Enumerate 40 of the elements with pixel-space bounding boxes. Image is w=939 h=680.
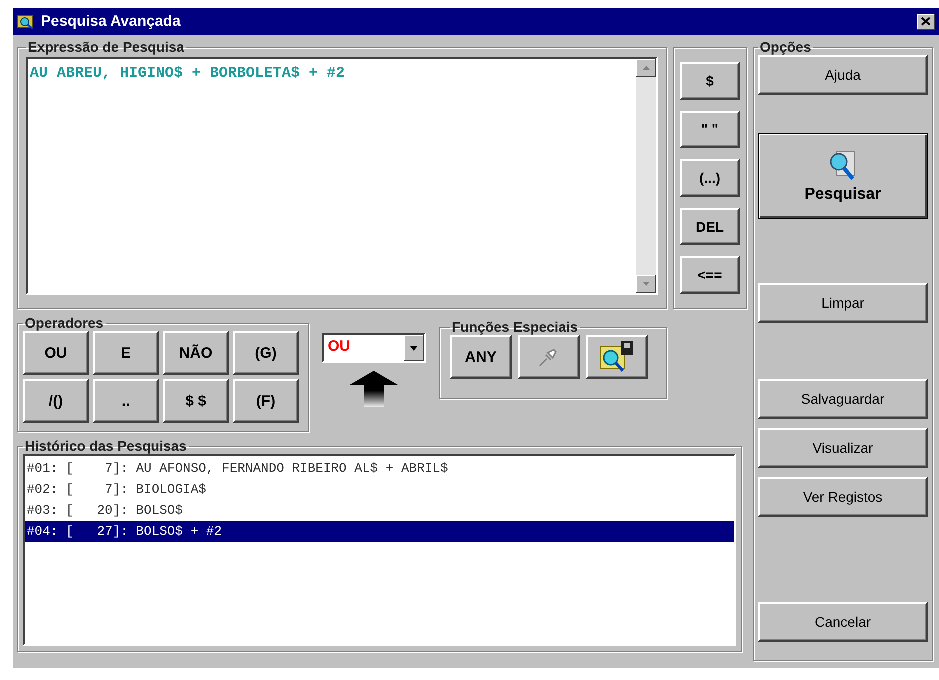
operator-button[interactable]: E xyxy=(93,331,159,375)
option-button[interactable]: Limpar xyxy=(758,283,928,323)
operator-dropdown[interactable]: OU xyxy=(322,333,426,363)
operator-button[interactable]: (F) xyxy=(233,379,299,423)
option-button[interactable]: Ver Registos xyxy=(758,477,928,517)
edit-button[interactable]: DEL xyxy=(680,208,740,246)
operator-button[interactable]: $ $ xyxy=(163,379,229,423)
up-arrow-icon xyxy=(350,371,398,407)
group-label: Expressão de Pesquisa xyxy=(27,39,186,55)
search-button[interactable] xyxy=(586,335,648,379)
history-row[interactable]: #02: [ 7]: BIOLOGIA$ xyxy=(25,479,734,500)
folder-magnifier-icon xyxy=(17,14,35,30)
history-row[interactable]: #04: [ 27]: BOLSO$ + #2 xyxy=(25,521,734,542)
option-button[interactable]: Visualizar xyxy=(758,428,928,468)
pin-button[interactable] xyxy=(518,335,580,379)
history-row[interactable]: #01: [ 7]: AU AFONSO, FERNANDO RIBEIRO AL$ + ABRIL$ xyxy=(25,458,734,479)
edit-button[interactable]: $ xyxy=(680,62,740,100)
group-label: Funções Especiais xyxy=(451,319,580,335)
operator-button[interactable]: NÃO xyxy=(163,331,229,375)
edit-button[interactable]: " " xyxy=(680,110,740,148)
option-button[interactable]: Ajuda xyxy=(758,55,928,95)
option-button[interactable]: Cancelar xyxy=(758,602,928,642)
operator-button[interactable]: OU xyxy=(23,331,89,375)
close-icon xyxy=(921,17,931,26)
operator-button[interactable]: /() xyxy=(23,379,89,423)
operator-button[interactable]: (G) xyxy=(233,331,299,375)
search-button[interactable]: Pesquisar xyxy=(758,133,928,219)
function-button[interactable]: ANY xyxy=(450,335,512,379)
operator-button[interactable]: .. xyxy=(93,379,159,423)
history-row[interactable]: #03: [ 20]: BOLSO$ xyxy=(25,500,734,521)
group-label: Opções xyxy=(759,39,812,55)
group-label: Operadores xyxy=(24,315,105,331)
option-button[interactable]: Salvaguardar xyxy=(758,379,928,419)
edit-button[interactable]: (...) xyxy=(680,159,740,197)
window-title: Pesquisa Avançada xyxy=(41,13,182,30)
edit-button[interactable]: <== xyxy=(680,256,740,294)
pin-icon xyxy=(538,346,560,368)
dropdown-arrow-icon xyxy=(410,346,418,350)
group-label: Histórico das Pesquisas xyxy=(24,438,188,454)
close-button[interactable] xyxy=(917,14,935,30)
